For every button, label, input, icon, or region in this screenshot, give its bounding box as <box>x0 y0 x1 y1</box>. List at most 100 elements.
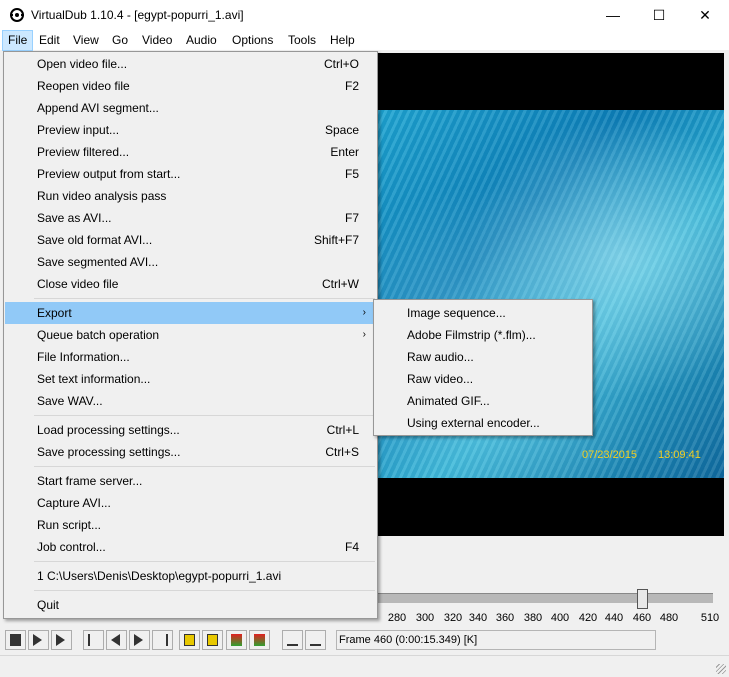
frame-status-readout: Frame 460 (0:00:15.349) [K] <box>336 630 656 650</box>
menu-reopen-video-file[interactable]: Reopen video file F2 <box>5 75 376 97</box>
menu-separator <box>34 561 375 562</box>
go-start-button[interactable] <box>83 630 104 650</box>
virtualdub-app-icon <box>10 8 24 22</box>
menu-open-video-file[interactable]: Open video file... Ctrl+O <box>5 53 376 75</box>
minimize-button[interactable]: — <box>590 0 636 30</box>
menu-preview-filtered[interactable]: Preview filtered... Enter <box>5 141 376 163</box>
timeline-tick-label: 480 <box>659 612 679 624</box>
menu-go[interactable]: Go <box>107 30 133 51</box>
prev-frame-icon <box>111 634 120 646</box>
timeline-tick-label: 420 <box>578 612 598 624</box>
menu-start-frame-server[interactable]: Start frame server... <box>5 470 376 492</box>
play-output-icon <box>56 634 65 646</box>
menu-append-avi-segment[interactable]: Append AVI segment... <box>5 97 376 119</box>
mark-out-button[interactable] <box>305 630 326 650</box>
video-osd-date: 07/23/2015 <box>582 449 638 461</box>
menu-file-information[interactable]: File Information... <box>5 346 376 368</box>
menu-set-text-information[interactable]: Set text information... <box>5 368 376 390</box>
timeline-tick-label: 300 <box>415 612 435 624</box>
play-output-button[interactable] <box>51 630 72 650</box>
menu-preview-input[interactable]: Preview input... Space <box>5 119 376 141</box>
timeline-tick-label: 360 <box>495 612 515 624</box>
mark-in-icon <box>287 634 298 646</box>
prev-keyframe-button[interactable] <box>179 630 200 650</box>
timeline-thumb[interactable] <box>637 589 648 609</box>
export-animated-gif[interactable]: Animated GIF... <box>375 390 591 412</box>
play-input-icon <box>33 634 42 646</box>
menu-preview-output[interactable]: Preview output from start... F5 <box>5 163 376 185</box>
menu-quit[interactable]: Quit <box>5 594 376 616</box>
export-external-encoder[interactable]: Using external encoder... <box>375 412 591 434</box>
menu-separator <box>34 298 375 299</box>
timeline-tick-label: 380 <box>523 612 543 624</box>
title-bar: VirtualDub 1.10.4 - [egypt-popurri_1.avi… <box>0 0 729 30</box>
menu-queue-batch-operation[interactable]: Queue batch operation › <box>5 324 376 346</box>
mark-out-icon <box>310 634 321 646</box>
go-start-icon <box>88 634 99 646</box>
menu-close-video-file[interactable]: Close video file Ctrl+W <box>5 273 376 295</box>
next-keyframe-button[interactable] <box>202 630 223 650</box>
scene-forward-icon <box>254 634 265 646</box>
menu-run-script[interactable]: Run script... <box>5 514 376 536</box>
window-title: VirtualDub 1.10.4 - [egypt-popurri_1.avi… <box>31 8 244 22</box>
go-end-button[interactable] <box>152 630 173 650</box>
menu-export[interactable]: Export › <box>5 302 376 324</box>
export-submenu: Image sequence... Adobe Filmstrip (*.flm… <box>373 299 593 436</box>
menu-video[interactable]: Video <box>137 30 177 51</box>
menu-separator <box>34 466 375 467</box>
menu-save-as-avi[interactable]: Save as AVI... F7 <box>5 207 376 229</box>
timeline-tick-label: 400 <box>550 612 570 624</box>
prev-frame-button[interactable] <box>106 630 127 650</box>
resize-grip-icon[interactable] <box>716 664 726 674</box>
next-frame-button[interactable] <box>129 630 150 650</box>
next-frame-icon <box>134 634 143 646</box>
prev-keyframe-icon <box>184 634 195 646</box>
scene-back-icon <box>231 634 242 646</box>
timeline-tick-label: 510 <box>700 612 720 624</box>
export-image-sequence[interactable]: Image sequence... <box>375 302 591 324</box>
play-input-button[interactable] <box>28 630 49 650</box>
mark-in-button[interactable] <box>282 630 303 650</box>
menu-save-processing-settings[interactable]: Save processing settings... Ctrl+S <box>5 441 376 463</box>
menu-audio[interactable]: Audio <box>181 30 222 51</box>
submenu-arrow-icon: › <box>362 307 366 318</box>
scene-forward-button[interactable] <box>249 630 270 650</box>
timeline-track[interactable] <box>377 593 713 603</box>
scene-back-button[interactable] <box>226 630 247 650</box>
timeline-tick-label: 460 <box>632 612 652 624</box>
menu-load-processing-settings[interactable]: Load processing settings... Ctrl+L <box>5 419 376 441</box>
export-adobe-filmstrip[interactable]: Adobe Filmstrip (*.flm)... <box>375 324 591 346</box>
menu-job-control[interactable]: Job control... F4 <box>5 536 376 558</box>
go-end-icon <box>157 634 168 646</box>
menu-save-segmented-avi[interactable]: Save segmented AVI... <box>5 251 376 273</box>
menu-capture-avi[interactable]: Capture AVI... <box>5 492 376 514</box>
video-osd-time: 13:09:41 <box>658 449 701 461</box>
export-raw-video[interactable]: Raw video... <box>375 368 591 390</box>
video-pane: 07/23/2015 13:09:41 <box>377 53 724 536</box>
export-raw-audio[interactable]: Raw audio... <box>375 346 591 368</box>
menu-save-wav[interactable]: Save WAV... <box>5 390 376 412</box>
menu-edit[interactable]: Edit <box>34 30 65 51</box>
menu-tools[interactable]: Tools <box>283 30 321 51</box>
stop-icon <box>10 634 21 646</box>
timeline-tick-label: 440 <box>604 612 624 624</box>
maximize-button[interactable]: ☐ <box>636 0 682 30</box>
stop-button[interactable] <box>5 630 26 650</box>
menu-options[interactable]: Options <box>227 30 278 51</box>
menu-separator <box>34 590 375 591</box>
menu-file[interactable]: File <box>2 30 34 51</box>
menu-run-video-analysis[interactable]: Run video analysis pass <box>5 185 376 207</box>
timeline-tick-label: 340 <box>468 612 488 624</box>
close-button[interactable]: ✕ <box>682 0 728 30</box>
timeline-tick-label: 320 <box>443 612 463 624</box>
submenu-arrow-icon: › <box>362 329 366 340</box>
menu-save-old-format-avi[interactable]: Save old format AVI... Shift+F7 <box>5 229 376 251</box>
file-menu-dropdown: Open video file... Ctrl+O Reopen video fi… <box>3 51 378 619</box>
status-bar <box>0 655 729 677</box>
menu-recent-file-1[interactable]: 1 C:\Users\Denis\Desktop\egypt-popurri_1… <box>5 565 376 587</box>
menu-separator <box>34 415 375 416</box>
menu-view[interactable]: View <box>68 30 104 51</box>
menu-bar: File Edit View Go Video Audio Options To… <box>0 30 729 51</box>
next-keyframe-icon <box>207 634 218 646</box>
menu-help[interactable]: Help <box>325 30 360 51</box>
